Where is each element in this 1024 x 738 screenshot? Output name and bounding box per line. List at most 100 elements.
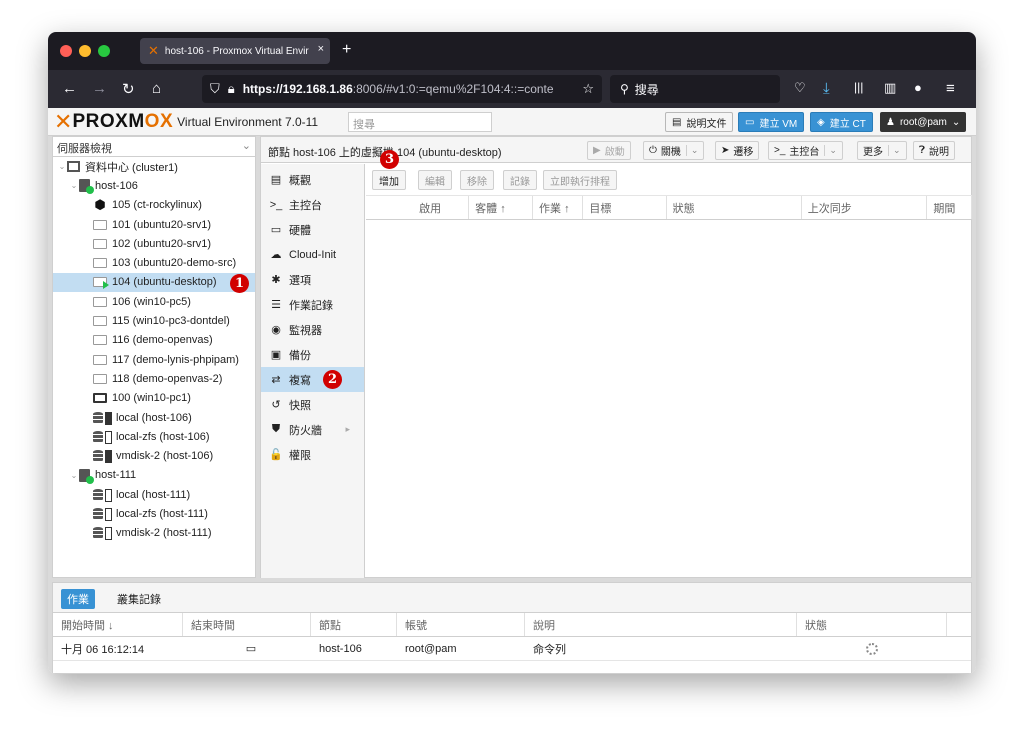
tab-close-icon[interactable]: × xyxy=(318,43,324,55)
back-icon[interactable]: ← xyxy=(62,80,77,97)
pocket-icon[interactable]: ♡ xyxy=(794,80,806,96)
address-bar[interactable]: ⛉ 🔒︎ https://192.168.1.86:8006/#v1:0:=qe… xyxy=(202,75,602,103)
column-header[interactable]: 開始時間 ↓ xyxy=(53,613,183,636)
migrate-button[interactable]: ➤ 遷移 xyxy=(715,141,760,160)
browser-tab[interactable]: ✕ host-106 - Proxmox Virtual Envir × xyxy=(140,38,330,64)
expand-toggle-icon[interactable]: ⌄ xyxy=(69,181,79,190)
tree-item[interactable]: 103 (ubuntu20-demo-src) xyxy=(53,253,255,272)
schedule-now-button[interactable]: 立即執行排程 xyxy=(543,170,617,190)
tree-item[interactable]: 104 (ubuntu-desktop) xyxy=(53,272,255,293)
tree-item[interactable]: 117 (demo-lynis-phpipam) xyxy=(53,350,255,369)
column-header[interactable]: 節點 xyxy=(311,613,397,636)
menu-item-desktop[interactable]: ▭ 硬體 xyxy=(261,217,364,242)
new-tab-button[interactable]: + xyxy=(342,41,351,59)
sidebar-icon[interactable]: ▥ xyxy=(884,80,896,96)
minimize-window-button[interactable] xyxy=(79,45,91,57)
tree-item-label: 118 (demo-openvas-2) xyxy=(112,372,223,385)
terminal-icon: >_ xyxy=(774,145,786,156)
close-window-button[interactable] xyxy=(60,45,72,57)
tree-item[interactable]: 106 (win10-pc5) xyxy=(53,292,255,311)
create-vm-button[interactable]: ▭ 建立 VM xyxy=(738,112,805,132)
column-header[interactable]: 結束時間 xyxy=(183,613,311,636)
forward-icon[interactable]: → xyxy=(92,80,107,97)
tree-item[interactable]: 100 (win10-pc1) xyxy=(53,389,255,408)
column-header[interactable]: 期間 xyxy=(927,196,972,219)
chevron-down-icon: ⌄ xyxy=(888,145,901,156)
maximize-window-button[interactable] xyxy=(98,45,110,57)
menu-item-shield[interactable]: ⛊ 防火牆 ▸ xyxy=(261,417,364,442)
library-icon[interactable]: ||| xyxy=(854,80,863,94)
tree-item[interactable]: vmdisk-2 (host-106) xyxy=(53,446,255,465)
menu-item-list[interactable]: ☰ 作業記錄 xyxy=(261,292,364,317)
tree-item[interactable]: 115 (win10-pc3-dontdel) xyxy=(53,311,255,330)
tree-item[interactable]: 102 (ubuntu20-srv1) xyxy=(53,234,255,253)
shutdown-button[interactable]: ⏻ 關機 ⌄ xyxy=(643,141,705,160)
reload-icon[interactable]: ↻ xyxy=(122,80,135,98)
menu-item-eye[interactable]: ◉ 監視器 xyxy=(261,317,364,342)
log-button[interactable]: 記錄 xyxy=(503,170,537,190)
tree-item-node[interactable]: ⌄ host-111 xyxy=(53,466,255,485)
menu-item-unlock[interactable]: 🔓 權限 xyxy=(261,442,364,467)
column-header[interactable]: 啟用 xyxy=(386,196,470,219)
menu-item-floppy[interactable]: ▣ 備份 xyxy=(261,342,364,367)
tree-item-datacenter[interactable]: ⌄ 資料中心 (cluster1) xyxy=(53,157,255,176)
proxmox-logo[interactable]: ✕ PROXMOX Virtual Environment 7.0-11 xyxy=(54,111,318,133)
lock-icon[interactable]: 🔒︎ xyxy=(228,81,235,97)
column-header[interactable]: 狀態 xyxy=(667,196,802,219)
tree-item[interactable]: local-zfs (host-111) xyxy=(53,504,255,523)
remove-button[interactable]: 移除 xyxy=(460,170,494,190)
vm-monitor-icon xyxy=(93,296,107,307)
tree-item[interactable]: local (host-111) xyxy=(53,485,255,504)
menu-item-cloud[interactable]: ☁ Cloud-Init xyxy=(261,242,364,267)
tree-item[interactable]: local (host-106) xyxy=(53,408,255,427)
menu-item-book[interactable]: ▤ 概觀 xyxy=(261,167,364,192)
menu-item-terminal[interactable]: >_ 主控台 xyxy=(261,192,364,217)
help-button[interactable]: ❓︎ 說明 xyxy=(913,141,956,160)
chevron-down-icon[interactable]: ⌄ xyxy=(685,145,698,156)
replication-grid: 增加 編輯 移除 記錄 立即執行排程 啟用 客體 ↑ 作業 ↑ 目標 狀態 上次同步 期間 xyxy=(366,164,972,578)
tree-item[interactable]: 101 (ubuntu20-srv1) xyxy=(53,215,255,234)
column-header[interactable]: 狀態 xyxy=(797,613,947,636)
tree-item[interactable]: 118 (demo-openvas-2) xyxy=(53,369,255,388)
tree-item[interactable]: ⬢ 105 (ct-rockylinux) xyxy=(53,196,255,215)
menu-item-gear[interactable]: ✱ 選項 xyxy=(261,267,364,292)
user-menu-button[interactable]: ♟ root@pam ⌄ xyxy=(880,112,967,132)
download-icon[interactable]: ⤓ xyxy=(823,80,830,97)
shutdown-label: 關機 xyxy=(660,147,681,158)
view-selector[interactable]: 伺服器檢視 ⌄ xyxy=(53,137,255,157)
tab-cluster-log[interactable]: 叢集記錄 xyxy=(111,589,167,609)
edit-button[interactable]: 編輯 xyxy=(418,170,452,190)
menu-icon[interactable]: ≡ xyxy=(946,80,955,97)
shield-icon[interactable]: ⛉ xyxy=(210,81,220,97)
tree-item-node[interactable]: ⌄ host-106 xyxy=(53,176,255,195)
column-header[interactable]: 上次同步 xyxy=(802,196,928,219)
column-header[interactable]: 帳號 xyxy=(397,613,525,636)
migrate-label: 遷移 xyxy=(733,147,754,158)
tree-item[interactable]: local-zfs (host-106) xyxy=(53,427,255,446)
tab-tasks[interactable]: 作業 xyxy=(61,589,95,609)
console-button[interactable]: >_ 主控台 ⌄ xyxy=(768,141,843,160)
bookmark-star-icon[interactable]: ☆ xyxy=(582,81,594,97)
resource-search-input[interactable]: 搜尋 xyxy=(348,112,492,132)
loading-spinner-icon xyxy=(866,642,878,655)
column-header[interactable]: 目標 xyxy=(583,196,667,219)
column-header[interactable]: 客體 ↑ xyxy=(469,196,534,219)
tree-item[interactable]: vmdisk-2 (host-111) xyxy=(53,524,255,543)
create-ct-button[interactable]: ◈ 建立 CT xyxy=(810,112,873,132)
menu-item-retweet[interactable]: ⇄ 複寫 xyxy=(261,367,364,392)
account-icon[interactable]: ● xyxy=(914,80,922,95)
documentation-button[interactable]: ▤ 說明文件 xyxy=(665,112,734,132)
expand-toggle-icon[interactable]: ⌄ xyxy=(57,162,67,171)
column-header[interactable]: 作業 ↑ xyxy=(533,196,584,219)
tree-item[interactable]: 116 (demo-openvas) xyxy=(53,331,255,350)
table-row[interactable]: 十月 06 16:12:14 ▭ host-106 root@pam 命令列 xyxy=(53,637,971,661)
chevron-down-icon[interactable]: ⌄ xyxy=(824,145,837,156)
expand-toggle-icon[interactable]: ⌄ xyxy=(69,471,79,480)
start-button[interactable]: ▶ 啟動 xyxy=(587,141,631,160)
add-button[interactable]: 增加 xyxy=(372,170,406,190)
menu-item-history[interactable]: ↺ 快照 xyxy=(261,392,364,417)
home-icon[interactable]: ⌂ xyxy=(152,80,161,97)
column-header[interactable]: 說明 xyxy=(525,613,797,636)
browser-search-input[interactable]: ⚲ 搜尋 xyxy=(610,75,780,103)
more-button[interactable]: 更多 ⌄ xyxy=(857,141,907,160)
